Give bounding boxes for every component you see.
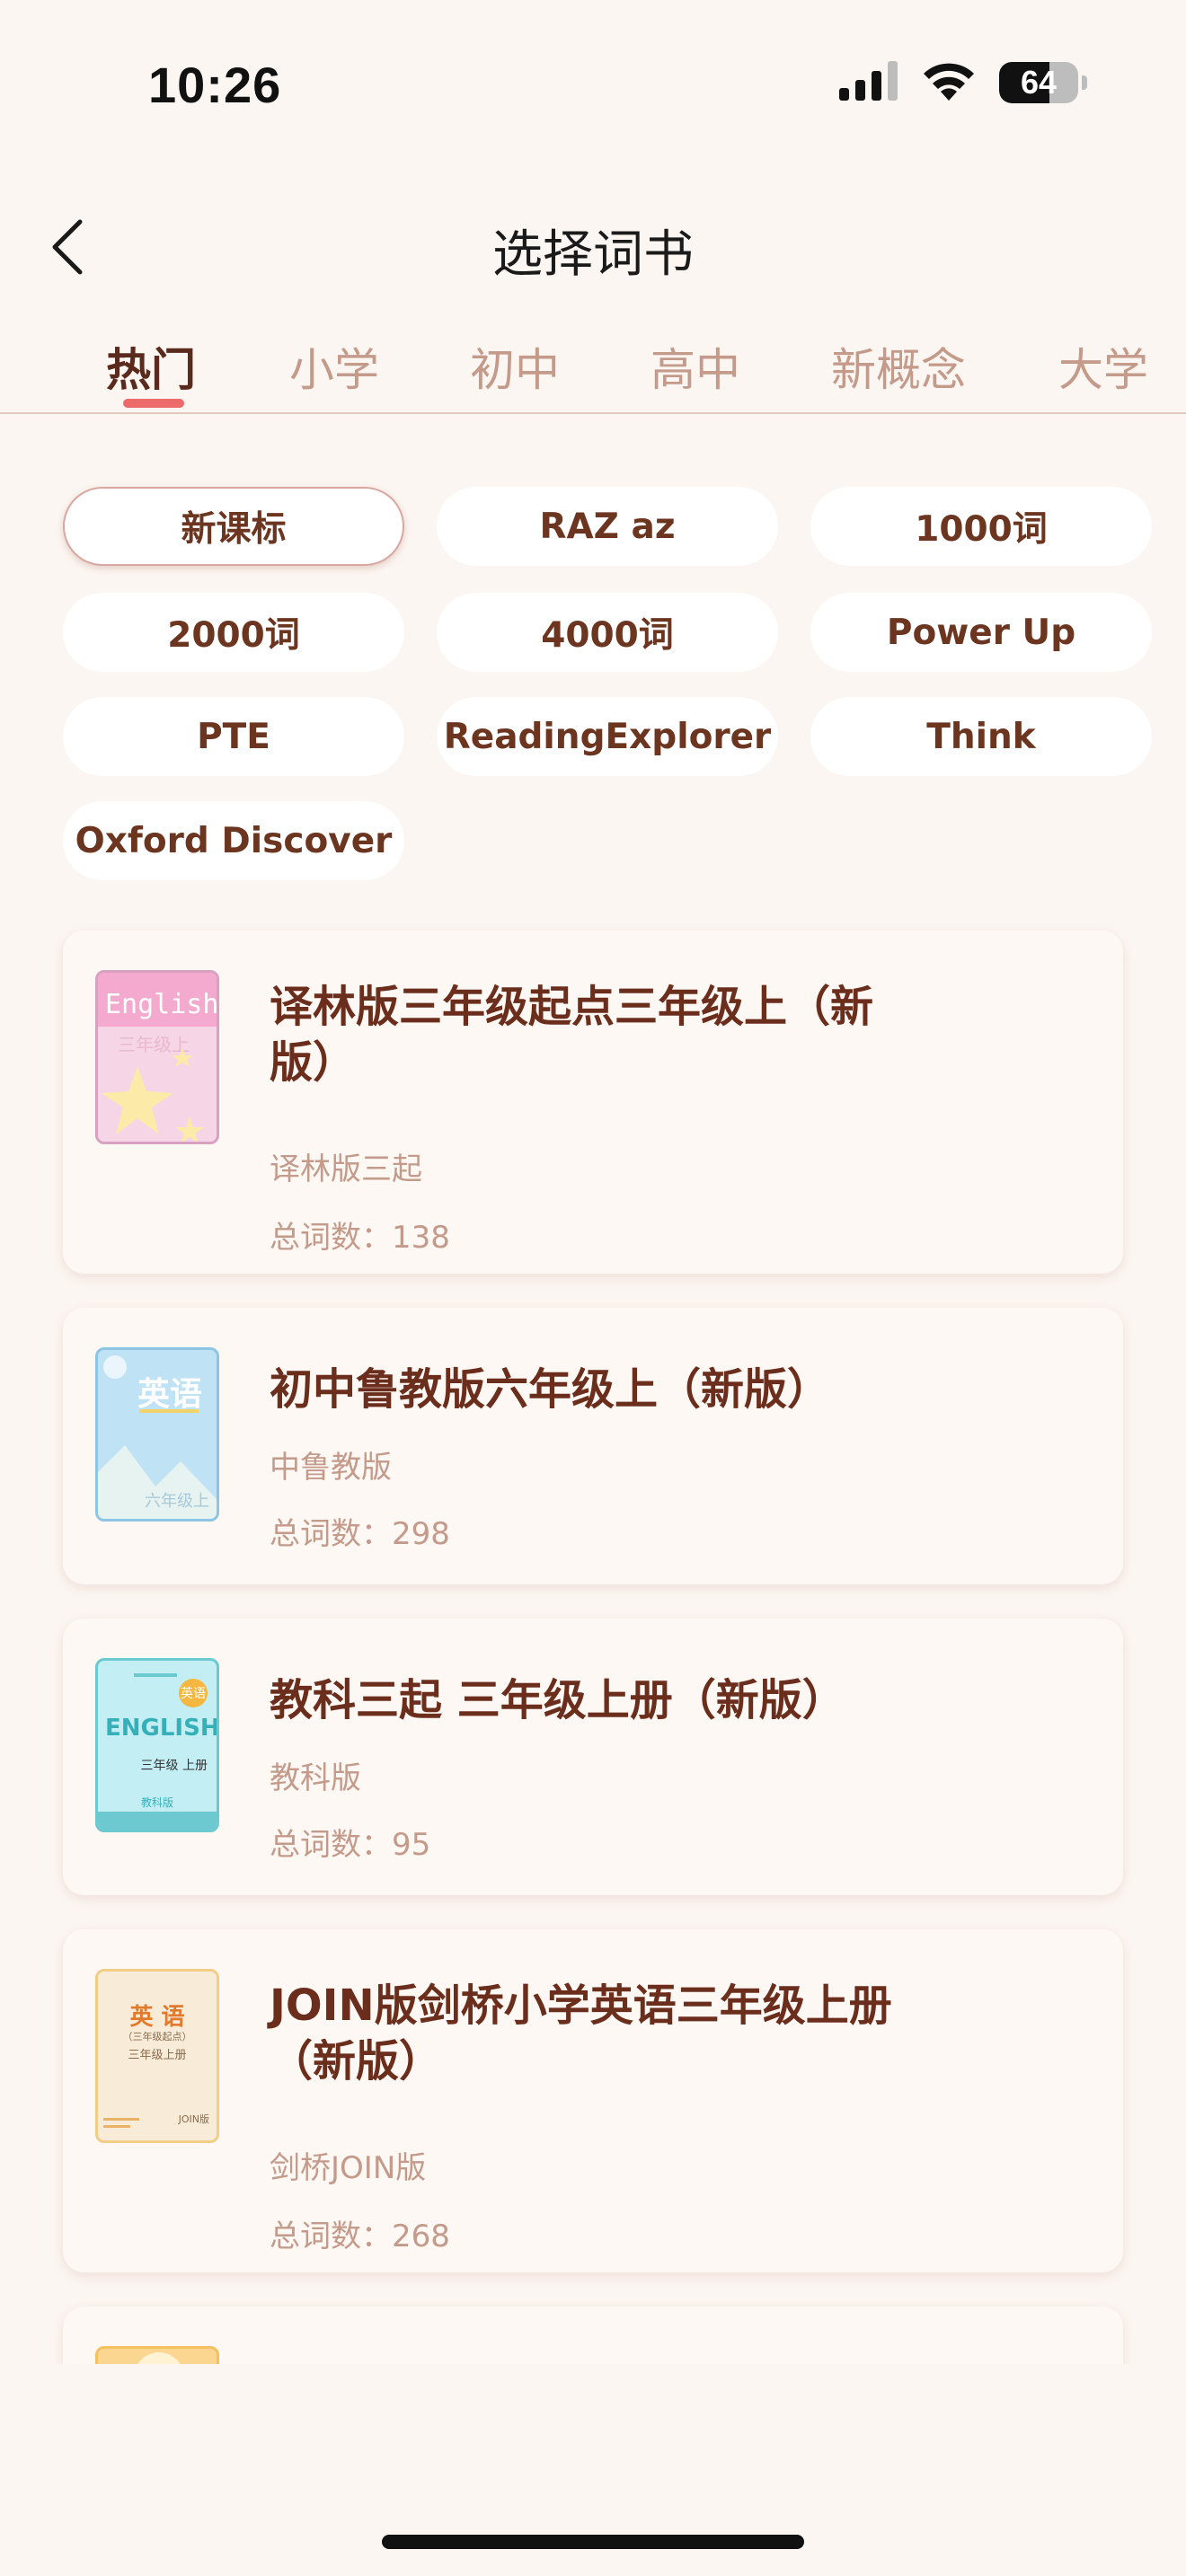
book-card[interactable]: 英 语 （三年级起点） 三年级上册 JOIN版 JOIN版剑桥小学英语三年级上册…	[63, 1929, 1123, 2272]
tab-junior-high[interactable]: 初中	[470, 334, 560, 399]
book-list: English 三年级上 译林版三年级起点三年级上（新版） 译林版三起 总词数：…	[0, 916, 1186, 2364]
book-cover: 英语 六年级上	[95, 1347, 219, 1522]
cover-footer: 教科版	[140, 1796, 173, 1809]
book-publisher: 剑桥JOIN版	[270, 2150, 427, 2186]
tab-senior-high[interactable]: 高中	[651, 334, 740, 399]
cover-badge: 英语	[179, 1679, 208, 1707]
book-card[interactable]: English 三年级上 译林版三年级起点三年级上（新版） 译林版三起 总词数：…	[63, 931, 1123, 1274]
battery-percentage: 64	[1020, 64, 1058, 101]
status-icons: 64	[839, 61, 1087, 104]
book-title: JOIN版剑桥小学英语三年级上册（新版）	[270, 1981, 892, 2086]
status-time: 10:26	[148, 57, 282, 113]
book-cover: 英 语 （三年级起点） 三年级上册 JOIN版	[95, 1969, 219, 2143]
book-cover: English 三年级上	[95, 970, 219, 1144]
tab-hot[interactable]: 热门	[106, 334, 196, 399]
cellular-signal-icon	[839, 61, 898, 104]
book-card[interactable]: 英语 六年级上 初中鲁教版六年级上（新版） 中鲁教版 总词数：298	[63, 1308, 1123, 1584]
cover-title: 英语	[137, 1376, 203, 1413]
home-indicator	[382, 2535, 804, 2549]
tab-new-concept[interactable]: 新概念	[831, 334, 966, 399]
chip-raz-az[interactable]: RAZ az	[437, 487, 778, 566]
wifi-icon	[922, 61, 976, 104]
page-title: 选择词书	[492, 225, 694, 284]
category-tabs: 热门 小学 初中 高中 新概念 大学	[0, 331, 1186, 413]
battery-icon: 64	[999, 62, 1078, 103]
book-title: 初中鲁教版六年级上（新版）	[270, 1364, 831, 1415]
chip-reading-explorer[interactable]: ReadingExplorer	[437, 697, 778, 776]
book-cover	[95, 2346, 219, 2364]
book-card[interactable]	[63, 2307, 1123, 2364]
book-publisher: 译林版三起	[270, 1151, 422, 1187]
book-publisher: 教科版	[270, 1760, 361, 1796]
book-word-count: 总词数：298	[270, 1516, 450, 1552]
book-cover: 英语 ENGLISH 三年级 上册 教科版	[95, 1658, 219, 1832]
tab-university[interactable]: 大学	[1058, 334, 1148, 399]
chip-new-curriculum[interactable]: 新课标	[63, 487, 404, 566]
cover-grade: 三年级上册	[128, 2049, 187, 2062]
chip-1000-words[interactable]: 1000词	[810, 487, 1152, 566]
chip-pte[interactable]: PTE	[63, 697, 404, 776]
tab-primary[interactable]: 小学	[289, 334, 379, 399]
cover-title: ENGLISH	[105, 1715, 219, 1742]
cover-title: 英 语	[129, 2004, 185, 2031]
book-word-count: 总词数：268	[270, 2219, 450, 2254]
chip-2000-words[interactable]: 2000词	[63, 593, 404, 672]
cover-grade: 六年级上	[145, 1492, 209, 1511]
battery-tip	[1082, 75, 1087, 90]
cover-footer: JOIN版	[178, 2113, 209, 2125]
chip-power-up[interactable]: Power Up	[810, 593, 1152, 672]
cover-grade: 三年级 上册	[140, 1759, 208, 1773]
cover-subtitle: （三年级起点）	[122, 2031, 192, 2042]
book-card[interactable]: 英语 ENGLISH 三年级 上册 教科版 教科三起 三年级上册（新版） 教科版…	[63, 1619, 1123, 1895]
active-tab-indicator	[123, 399, 184, 408]
tabs-divider	[0, 412, 1186, 414]
cover-title: English	[105, 989, 219, 1020]
book-word-count: 总词数：138	[270, 1220, 450, 1256]
chip-think[interactable]: Think	[810, 697, 1152, 776]
chip-oxford-discover[interactable]: Oxford Discover	[63, 801, 404, 880]
chip-4000-words[interactable]: 4000词	[437, 593, 778, 672]
book-title: 教科三起 三年级上册（新版）	[270, 1675, 845, 1725]
book-title: 译林版三年级起点三年级上（新版）	[270, 982, 874, 1088]
screen: 10:26 64 选择词书 热门 小学 初中 高中 新概念 大学 新课标 RAZ…	[0, 0, 1186, 2576]
star-icon	[102, 1048, 204, 1142]
book-word-count: 总词数：95	[270, 1827, 431, 1863]
book-publisher: 中鲁教版	[270, 1450, 392, 1486]
